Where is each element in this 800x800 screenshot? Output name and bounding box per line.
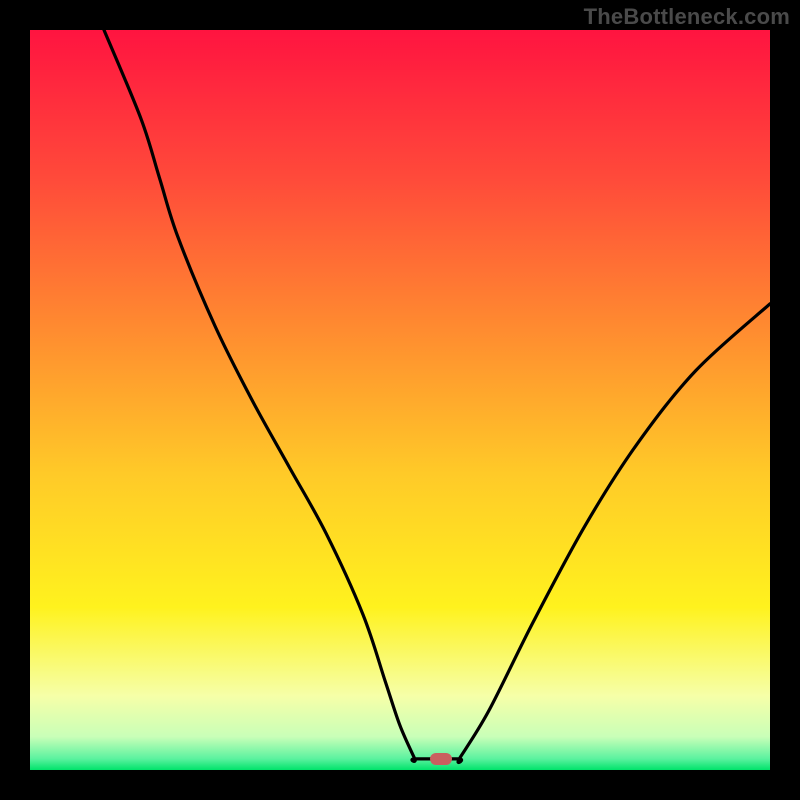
background-gradient	[30, 30, 770, 770]
chart-frame: TheBottleneck.com	[0, 0, 800, 800]
watermark-text: TheBottleneck.com	[584, 4, 790, 30]
plot-area	[30, 30, 770, 770]
